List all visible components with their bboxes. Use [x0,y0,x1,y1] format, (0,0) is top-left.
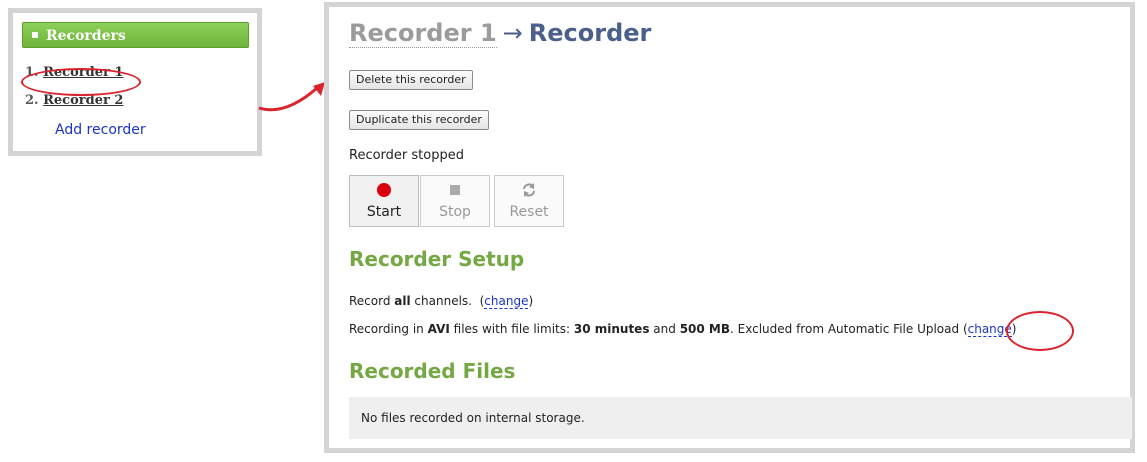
reset-label: Reset [509,204,549,220]
empty-files-message: No files recorded on internal storage. [361,411,585,425]
bullet-icon [32,32,38,38]
item-number: 2. [25,93,39,108]
size-limit-value: 500 MB [679,322,731,336]
duplicate-recorder-button[interactable]: Duplicate this recorder [349,110,489,130]
reset-button[interactable]: Reset [494,175,564,227]
page-title: Recorder 1 → Recorder [349,19,652,48]
recorded-files-heading: Recorded Files [349,359,516,383]
text-segment: files with file limits: [449,322,574,336]
text-segment: and [649,322,680,336]
stop-button[interactable]: Stop [420,175,490,227]
refresh-icon [495,182,563,198]
recorded-files-list: No files recorded on internal storage. [349,397,1132,439]
record-channels-line: Record all channels. (change) [349,294,534,309]
recording-format-line: Recording in AVI files with file limits:… [349,322,1017,337]
add-recorder-link[interactable]: Add recorder [55,122,146,138]
start-label: Start [366,204,402,220]
time-limit-value: 30 minutes [573,322,650,336]
highlight-circle [1006,311,1074,351]
stop-icon [421,182,489,198]
stop-label: Stop [439,204,471,220]
recorders-panel: Recorders 1. Recorder 1 2. Recorder 2 Ad… [8,8,262,156]
text-segment: Recording in [349,322,428,336]
text-segment: . Excluded from Automatic File Upload [730,322,963,336]
highlight-circle [21,68,141,96]
recorder-status: Recorder stopped [349,148,464,163]
change-channels-link[interactable]: change [484,294,529,309]
text-segment: Record [349,294,395,308]
text-segment-bold: all [394,294,411,308]
format-value: AVI [427,322,450,336]
text-segment: channels. [410,294,472,308]
breadcrumb-separator: → [502,19,523,47]
start-button[interactable]: Start [349,175,419,227]
recorders-menu-header[interactable]: Recorders [22,22,249,48]
recorders-header-label: Recorders [46,28,126,44]
breadcrumb-parent-link[interactable]: Recorder 1 [349,19,497,48]
recorder-detail-panel: Recorder 1 → Recorder Delete this recorder… [324,2,1135,453]
recorder-setup-heading: Recorder Setup [349,247,525,271]
page-title-text: Recorder [528,19,652,47]
curved-arrow-icon [258,82,325,112]
delete-recorder-button[interactable]: Delete this recorder [349,70,473,90]
record-icon [350,182,418,198]
